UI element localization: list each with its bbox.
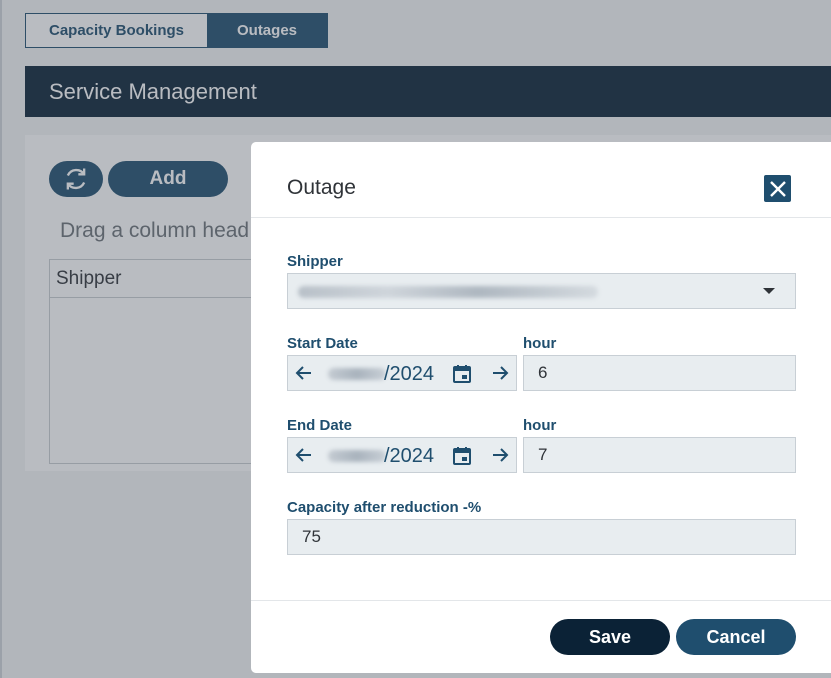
calendar-icon[interactable] <box>451 363 473 385</box>
end-hour-input[interactable]: 7 <box>523 437 796 473</box>
start-date-year: /2024 <box>384 363 435 385</box>
header-divider <box>251 217 831 218</box>
arrow-right-icon[interactable] <box>489 444 511 466</box>
shipper-value-redacted <box>298 286 598 298</box>
start-hour-input[interactable]: 6 <box>523 355 796 391</box>
arrow-right-icon[interactable] <box>489 362 511 384</box>
date-value-redacted <box>328 450 386 462</box>
chevron-down-icon <box>763 288 775 294</box>
dialog-title: Outage <box>287 176 356 199</box>
end-date-label: End Date <box>287 417 353 434</box>
end-date-year: /2024 <box>384 445 435 467</box>
outage-dialog: Outage Shipper Start Date hour /2024 6 E… <box>251 142 831 673</box>
start-hour-label: hour <box>523 335 557 352</box>
close-icon <box>769 180 786 197</box>
shipper-dropdown[interactable] <box>287 273 796 309</box>
arrow-left-icon[interactable] <box>293 444 315 466</box>
end-date-picker[interactable]: /2024 <box>287 437 517 473</box>
arrow-left-icon[interactable] <box>293 362 315 384</box>
date-value-redacted <box>328 368 386 380</box>
calendar-icon[interactable] <box>451 445 473 467</box>
shipper-label: Shipper <box>287 253 343 270</box>
end-hour-label: hour <box>523 417 557 434</box>
start-date-label: Start Date <box>287 335 358 352</box>
footer-divider <box>251 600 831 601</box>
start-date-picker[interactable]: /2024 <box>287 355 517 391</box>
close-button[interactable] <box>764 175 791 202</box>
capacity-label: Capacity after reduction -% <box>287 499 482 516</box>
cancel-button[interactable]: Cancel <box>676 619 796 655</box>
save-button[interactable]: Save <box>550 619 670 655</box>
capacity-input[interactable]: 75 <box>287 519 796 555</box>
